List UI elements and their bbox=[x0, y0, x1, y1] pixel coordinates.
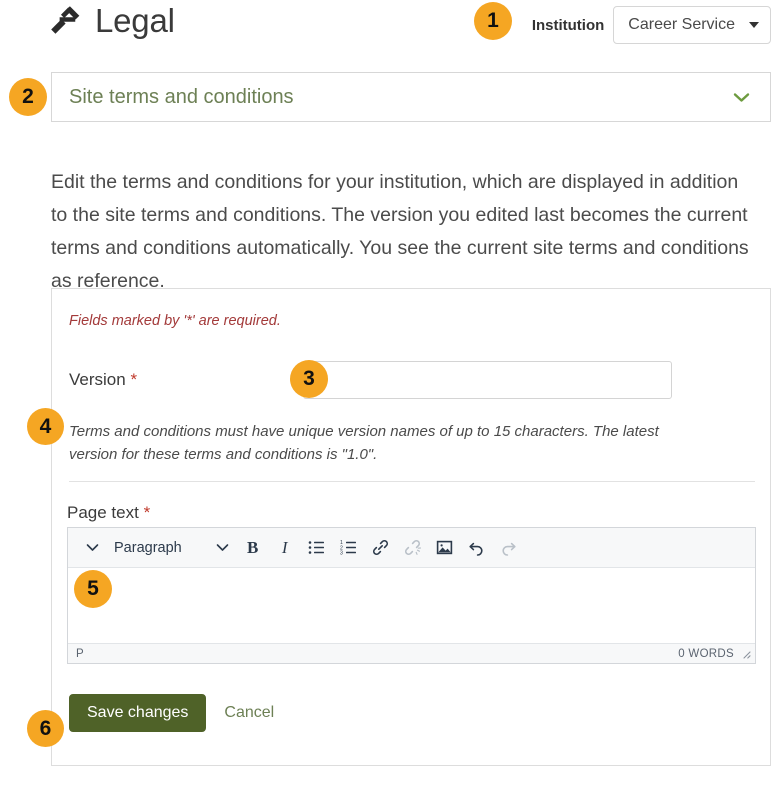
format-select-value: Paragraph bbox=[114, 539, 182, 556]
callout-badge-1: 1 bbox=[474, 2, 512, 40]
cancel-button[interactable]: Cancel bbox=[224, 704, 274, 722]
undo-button[interactable] bbox=[461, 532, 493, 564]
image-button[interactable] bbox=[429, 532, 461, 564]
chevron-down-icon bbox=[733, 92, 750, 103]
callout-badge-3: 3 bbox=[290, 360, 328, 398]
editor-element-path: P bbox=[76, 647, 84, 660]
format-select[interactable]: Paragraph bbox=[108, 532, 237, 564]
form-actions: Save changes Cancel bbox=[69, 694, 274, 732]
site-terms-collapsible[interactable]: Site terms and conditions bbox=[51, 72, 771, 122]
bold-icon: B bbox=[247, 537, 259, 557]
page-title: Legal bbox=[95, 2, 175, 39]
required-asterisk: * bbox=[130, 370, 138, 389]
legal-form-panel: Fields marked by '*' are required. Versi… bbox=[51, 288, 771, 766]
callout-badge-2: 2 bbox=[9, 78, 47, 116]
save-changes-button[interactable]: Save changes bbox=[69, 694, 207, 732]
chevron-down-icon bbox=[216, 543, 229, 552]
redo-button[interactable] bbox=[493, 532, 525, 564]
required-fields-note: Fields marked by '*' are required. bbox=[69, 313, 281, 329]
section-divider bbox=[69, 481, 755, 482]
italic-button[interactable]: I bbox=[269, 532, 301, 564]
version-hint: Terms and conditions must have unique ve… bbox=[69, 423, 659, 463]
required-asterisk: * bbox=[143, 503, 151, 522]
resize-grip-icon[interactable] bbox=[740, 648, 751, 659]
page-description: Edit the terms and conditions for your i… bbox=[51, 170, 749, 292]
institution-label: Institution bbox=[531, 16, 605, 34]
legal-settings-page: Legal Institution Career Service Site te… bbox=[0, 0, 775, 788]
page-text-label: Page text * bbox=[67, 503, 151, 522]
redo-icon bbox=[500, 539, 517, 556]
institution-select[interactable]: Career Service bbox=[613, 6, 771, 44]
link-button[interactable] bbox=[365, 532, 397, 564]
unlink-icon bbox=[404, 539, 422, 556]
toolbar-collapse-toggle[interactable] bbox=[76, 532, 108, 564]
institution-selector-group: Institution Career Service bbox=[532, 6, 771, 44]
link-icon bbox=[372, 539, 389, 556]
unlink-button[interactable] bbox=[397, 532, 429, 564]
callout-badge-5: 5 bbox=[74, 570, 112, 608]
page-text-editor: Paragraph B I 1 2 3 P 0 WORDS bbox=[67, 527, 756, 664]
version-input[interactable] bbox=[303, 361, 672, 399]
caret-down-icon bbox=[749, 22, 759, 28]
image-icon bbox=[436, 539, 453, 556]
bullet-list-icon bbox=[308, 539, 325, 556]
numbered-list-button[interactable]: 1 2 3 bbox=[333, 532, 365, 564]
editor-word-count: 0 WORDS bbox=[678, 647, 734, 660]
version-field-row: Version * bbox=[69, 361, 755, 399]
site-terms-collapsible-label: Site terms and conditions bbox=[69, 85, 294, 108]
version-label: Version * bbox=[69, 370, 138, 389]
page-title-group: Legal bbox=[48, 0, 175, 42]
callout-badge-4: 4 bbox=[27, 408, 64, 445]
svg-text:3: 3 bbox=[340, 551, 343, 556]
bold-button[interactable]: B bbox=[237, 532, 269, 564]
page-header: Legal Institution Career Service bbox=[0, 0, 775, 56]
callout-badge-6: 6 bbox=[27, 710, 64, 747]
numbered-list-icon: 1 2 3 bbox=[340, 539, 357, 556]
editor-toolbar: Paragraph B I 1 2 3 bbox=[68, 528, 755, 568]
institution-select-value: Career Service bbox=[628, 16, 735, 33]
editor-status-bar: P 0 WORDS bbox=[68, 643, 755, 663]
italic-icon: I bbox=[281, 537, 288, 557]
page-text-editor-body[interactable] bbox=[68, 568, 755, 643]
gavel-icon bbox=[48, 4, 82, 38]
undo-icon bbox=[468, 539, 485, 556]
bullet-list-button[interactable] bbox=[301, 532, 333, 564]
